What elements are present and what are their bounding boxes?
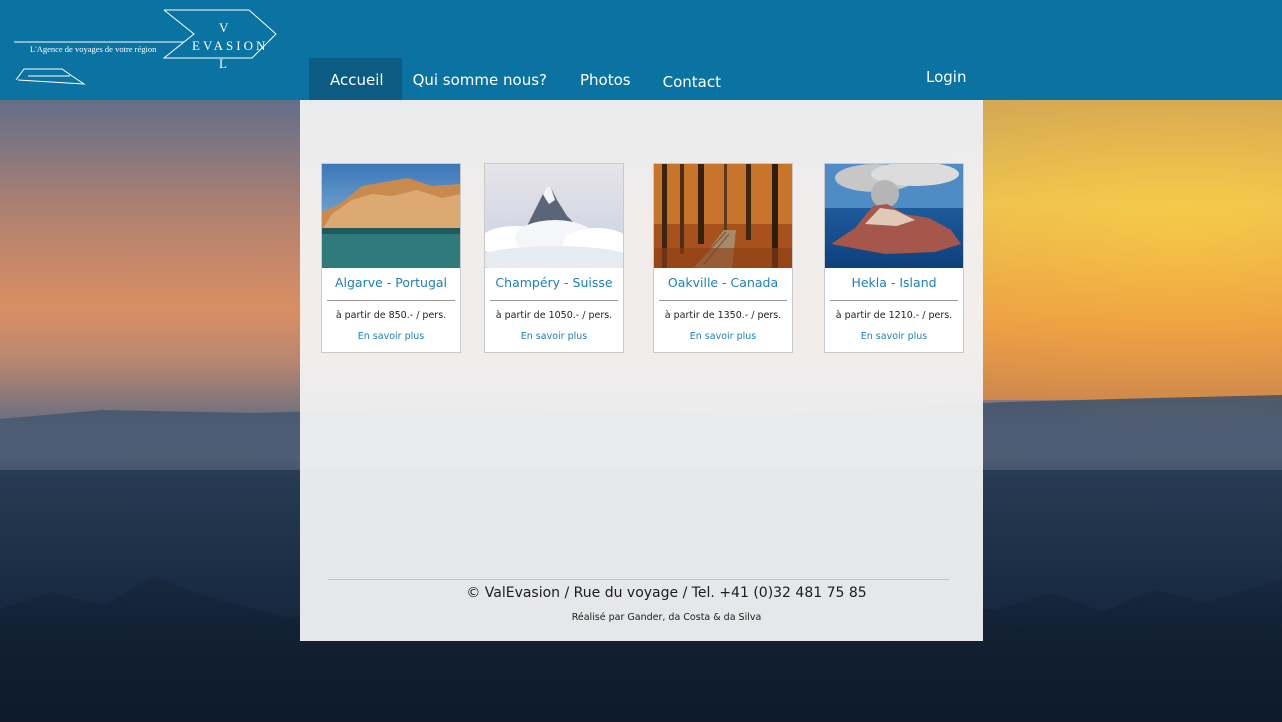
nav-qui-somme-nous[interactable]: Qui somme nous? (402, 58, 564, 102)
en-savoir-plus-link[interactable]: En savoir plus (825, 331, 963, 342)
nav-photos[interactable]: Photos (564, 58, 647, 102)
card-price: à partir de 1050.- / pers. (495, 310, 613, 321)
en-savoir-plus-link[interactable]: En savoir plus (485, 331, 623, 342)
card-title[interactable]: Champéry - Suisse (485, 275, 623, 290)
site-logo[interactable]: L'Agence de voyages de votre région V EV… (14, 8, 294, 88)
card-price: à partir de 1350.- / pers. (664, 310, 782, 321)
main-nav: Accueil Qui somme nous? Photos Contact (309, 58, 737, 102)
site-header: L'Agence de voyages de votre région V EV… (0, 0, 1282, 102)
card-price: à partir de 1210.- / pers. (835, 310, 953, 321)
destination-card-oakville[interactable]: Oakville - Canada à partir de 1350.- / p… (653, 163, 793, 353)
logo-word: EVASION (192, 38, 269, 53)
en-savoir-plus-link[interactable]: En savoir plus (654, 331, 792, 342)
logo-tagline: L'Agence de voyages de votre région (30, 44, 157, 54)
card-divider (490, 300, 618, 301)
logo-letter-l: L (219, 56, 227, 71)
footer-credits: Réalisé par Gander, da Costa & da Silva (571, 612, 762, 623)
logo-letter-v: V (219, 20, 229, 35)
footer-contact: © ValEvasion / Rue du voyage / Tel. +41 … (466, 585, 867, 601)
login-link[interactable]: Login (926, 68, 966, 86)
card-price: à partir de 850.- / pers. (335, 310, 447, 321)
card-divider (830, 300, 958, 301)
hekla-photo[interactable] (825, 164, 963, 268)
card-title[interactable]: Hekla - Island (825, 275, 963, 290)
footer-divider (328, 579, 949, 580)
destination-card-hekla[interactable]: Hekla - Island à partir de 1210.- / pers… (824, 163, 964, 353)
en-savoir-plus-link[interactable]: En savoir plus (322, 331, 460, 342)
algarve-photo[interactable] (322, 164, 460, 268)
destination-cards: Algarve - Portugal à partir de 850.- / p… (321, 163, 964, 353)
champery-photo[interactable] (485, 164, 623, 268)
main-content-panel: Algarve - Portugal à partir de 850.- / p… (300, 100, 983, 641)
card-title[interactable]: Oakville - Canada (654, 275, 792, 290)
card-title[interactable]: Algarve - Portugal (322, 275, 460, 290)
oakville-photo[interactable] (654, 164, 792, 268)
nav-accueil[interactable]: Accueil (309, 58, 402, 102)
nav-contact[interactable]: Contact (647, 58, 737, 102)
card-divider (327, 300, 455, 301)
destination-card-champery[interactable]: Champéry - Suisse à partir de 1050.- / p… (484, 163, 624, 353)
destination-card-algarve[interactable]: Algarve - Portugal à partir de 850.- / p… (321, 163, 461, 353)
card-divider (659, 300, 787, 301)
sunset-glow (983, 100, 1282, 400)
